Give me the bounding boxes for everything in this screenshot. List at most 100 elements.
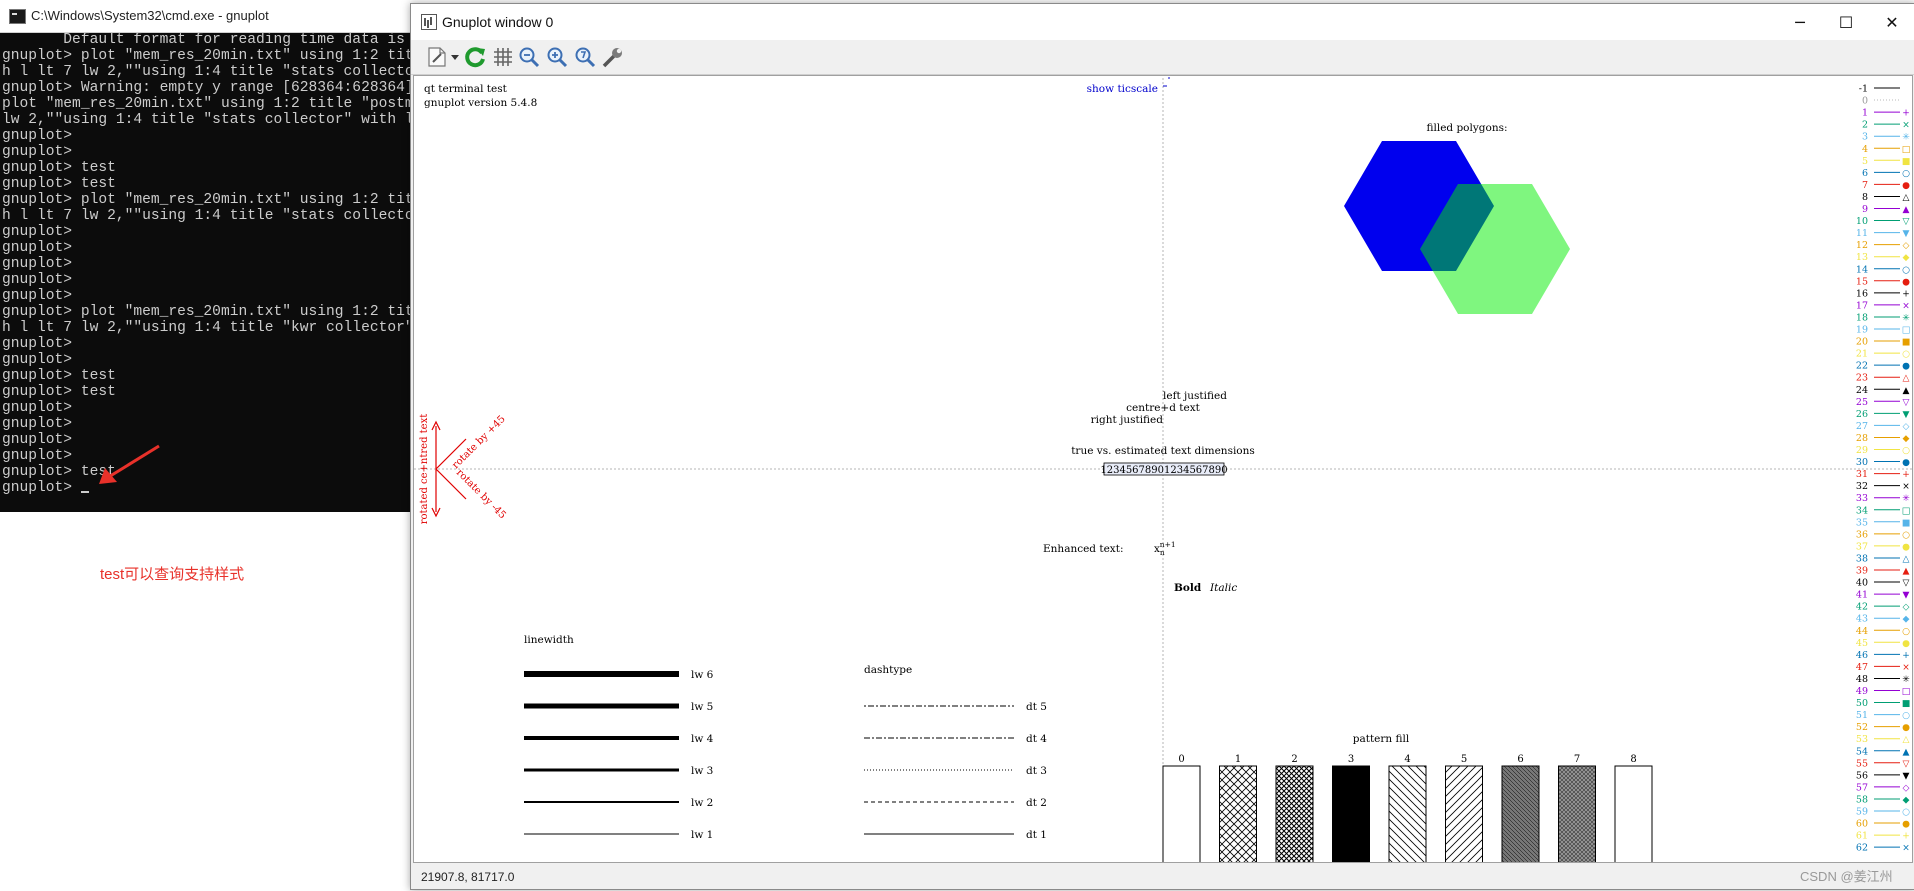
linetype-number: 9 bbox=[1862, 204, 1868, 215]
gnuplot-app-icon bbox=[421, 14, 437, 30]
linetype-number: 20 bbox=[1856, 337, 1868, 348]
linetype-number: 44 bbox=[1856, 626, 1868, 637]
linetype-number: 18 bbox=[1856, 312, 1868, 323]
linetype-point: ■ bbox=[1902, 157, 1911, 167]
console-line: gnuplot> bbox=[2, 352, 73, 368]
minimize-button[interactable]: ─ bbox=[1777, 4, 1823, 40]
console-line: h l lt 7 lw 2,""using 1:4 title "stats c… bbox=[2, 208, 412, 224]
linetype-number: 53 bbox=[1856, 734, 1868, 745]
linetype-point: ◆ bbox=[1903, 615, 1910, 625]
linetype-number: 5 bbox=[1862, 156, 1868, 167]
linetype-number: 52 bbox=[1856, 722, 1868, 733]
console-line: gnuplot> bbox=[2, 272, 73, 288]
gnuplot-titlebar[interactable]: Gnuplot window 0 ─ ☐ ✕ bbox=[411, 4, 1914, 40]
linetype-point: × bbox=[1902, 121, 1910, 131]
maximize-button[interactable]: ☐ bbox=[1823, 4, 1869, 40]
console-line: gnuplot> test bbox=[2, 384, 116, 400]
console-line: gnuplot> Warning: empty y range [628364:… bbox=[2, 80, 412, 96]
dashtype-label: dt 4 bbox=[1026, 733, 1047, 745]
linetype-number: 43 bbox=[1856, 614, 1868, 625]
linetype-point: × bbox=[1902, 844, 1910, 854]
linetype-number: 17 bbox=[1856, 300, 1868, 311]
left-justified-text: left justified bbox=[1163, 390, 1227, 402]
linetype-number: 50 bbox=[1856, 698, 1868, 709]
linetype-number: 8 bbox=[1862, 192, 1868, 203]
zoom-next-icon[interactable] bbox=[545, 45, 569, 69]
close-button[interactable]: ✕ bbox=[1869, 4, 1914, 40]
linetype-number: 55 bbox=[1856, 758, 1868, 769]
pattern-fill-label: 0 bbox=[1178, 754, 1184, 765]
linetype-number: 10 bbox=[1856, 216, 1868, 227]
linetype-point: ○ bbox=[1902, 808, 1910, 818]
linetype-point: ▲ bbox=[1903, 386, 1910, 396]
console-line: gnuplot> bbox=[2, 400, 73, 416]
linetype-number: 32 bbox=[1856, 481, 1868, 492]
linetype-number: 57 bbox=[1856, 782, 1868, 793]
linewidth-label: lw 3 bbox=[691, 765, 713, 777]
dashtype-label: dt 1 bbox=[1026, 829, 1047, 841]
linetype-point: □ bbox=[1902, 687, 1911, 697]
linetype-point: ▼ bbox=[1903, 410, 1910, 420]
linetype-number: 48 bbox=[1856, 674, 1868, 685]
linetype-number: 23 bbox=[1856, 373, 1868, 384]
console-line: h l lt 7 lw 2,""using 1:4 title "kwr col… bbox=[2, 320, 412, 336]
linetype-point: ◇ bbox=[1903, 783, 1910, 793]
gnuplot-canvas[interactable]: qt terminal test gnuplot version 5.4.8 s… bbox=[413, 75, 1913, 863]
zoom-prev-icon[interactable] bbox=[517, 45, 541, 69]
autoscale-icon[interactable] bbox=[573, 45, 597, 69]
linetype-point: ◆ bbox=[1903, 253, 1910, 263]
console-line: lw 2,""using 1:4 title "stats collector"… bbox=[2, 112, 412, 128]
console-cursor bbox=[80, 491, 89, 493]
linetype-point: ▲ bbox=[1903, 567, 1910, 577]
linetype-point: ✳ bbox=[1902, 133, 1910, 143]
linetype-number: 19 bbox=[1856, 325, 1868, 336]
linetype-point: ▼ bbox=[1903, 771, 1910, 781]
linetype-point: ◇ bbox=[1903, 241, 1910, 251]
linetype-point: ● bbox=[1902, 362, 1910, 372]
linetype-point: + bbox=[1902, 651, 1910, 661]
linetype-point: ● bbox=[1902, 542, 1910, 552]
linewidth-samples: lw 6 lw 5 lw 4 lw 3 lw 2 lw 1 bbox=[524, 669, 714, 841]
linetype-point: ◆ bbox=[1903, 434, 1910, 444]
cmd-console-output[interactable]: Default format for reading time data is … bbox=[2, 32, 412, 496]
grid-icon[interactable] bbox=[491, 45, 515, 69]
linetype-point: ○ bbox=[1902, 711, 1910, 721]
dashtype-label: dt 3 bbox=[1026, 765, 1047, 777]
linetype-number: 4 bbox=[1862, 144, 1868, 155]
pattern-fill-box bbox=[1388, 765, 1427, 862]
export-icon[interactable] bbox=[425, 45, 449, 69]
cmd-app-icon bbox=[9, 9, 26, 24]
linetype-number: 27 bbox=[1856, 421, 1868, 432]
enhanced-superscript: n+1 bbox=[1160, 540, 1176, 549]
pattern-fill-box bbox=[1219, 765, 1257, 862]
linetype-number: 24 bbox=[1856, 385, 1868, 396]
console-line: gnuplot> test bbox=[2, 176, 116, 192]
linetype-point: × bbox=[1902, 301, 1910, 311]
linewidth-label: lw 6 bbox=[691, 669, 714, 681]
mouse-coordinates: 21907.8, 81717.0 bbox=[421, 870, 515, 884]
linetype-point: ● bbox=[1902, 639, 1910, 649]
linetype-point: × bbox=[1902, 482, 1910, 492]
linetype-point: ▼ bbox=[1903, 591, 1910, 601]
linetype-point: ■ bbox=[1902, 518, 1911, 528]
console-line: gnuplot> bbox=[2, 432, 73, 448]
console-line: gnuplot> bbox=[2, 336, 73, 352]
linetype-point: × bbox=[1902, 663, 1910, 673]
linetype-number: 11 bbox=[1856, 228, 1868, 239]
options-icon[interactable] bbox=[601, 45, 625, 69]
linetype-number: 36 bbox=[1856, 529, 1868, 540]
linetype-number: 22 bbox=[1856, 361, 1868, 372]
pattern-fill-box bbox=[1275, 765, 1314, 862]
linetype-number: 60 bbox=[1856, 819, 1868, 830]
linetype-number: 13 bbox=[1856, 252, 1868, 263]
linetype-number: 42 bbox=[1856, 602, 1868, 613]
show-ticscale-label: show ticscale bbox=[1087, 83, 1158, 95]
linetype-number: 3 bbox=[1862, 132, 1868, 143]
linetype-point: ● bbox=[1902, 277, 1910, 287]
linetype-number: 15 bbox=[1856, 276, 1868, 287]
linetype-point: ■ bbox=[1902, 699, 1911, 709]
rotate-plus-text: rotate by +45 bbox=[450, 414, 507, 471]
linetype-point: + bbox=[1902, 109, 1910, 119]
dropdown-icon[interactable] bbox=[449, 45, 461, 69]
replot-icon[interactable] bbox=[463, 45, 487, 69]
